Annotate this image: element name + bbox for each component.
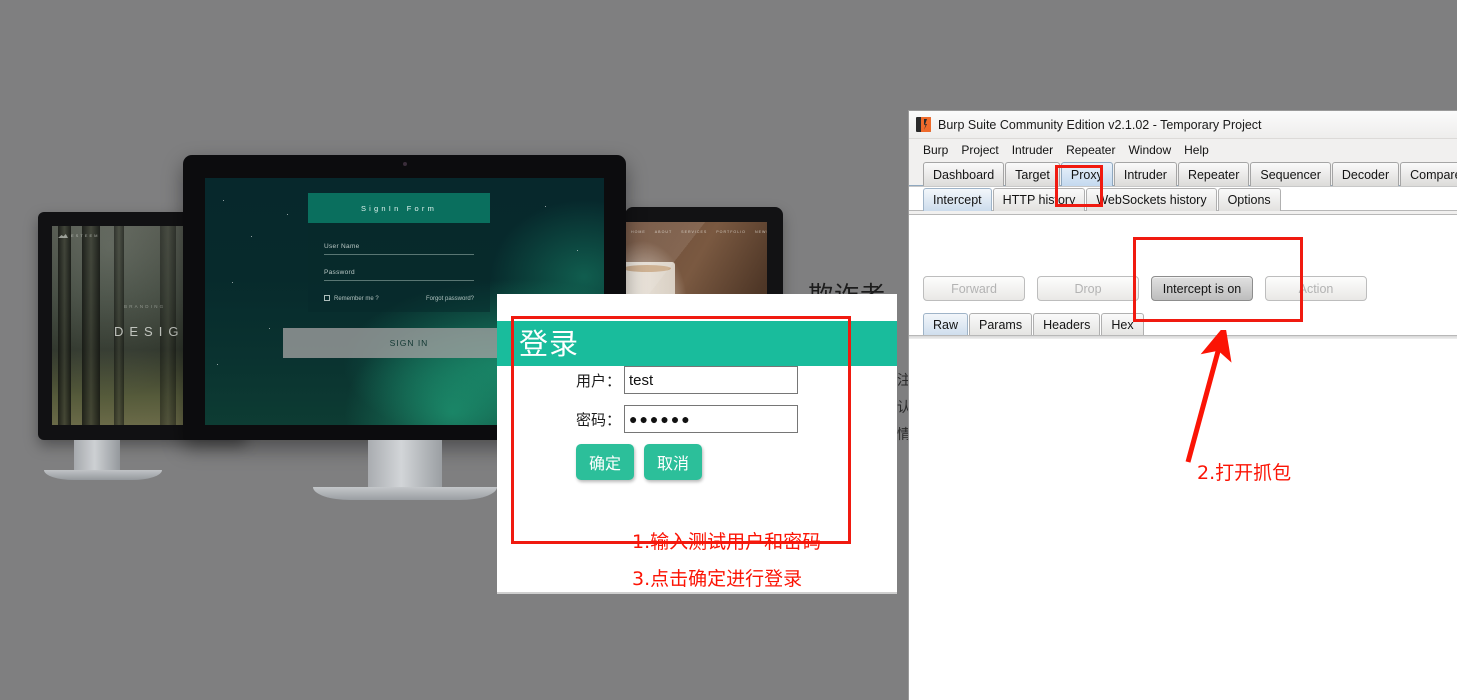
webpage-bottom-divider (497, 592, 897, 594)
checkbox-icon (324, 295, 330, 301)
remember-me-option: Remember me ? (324, 295, 379, 302)
forgot-password-link: Forgot password? (425, 295, 474, 302)
webcam-dot (402, 162, 407, 166)
signin-password-field: Password (324, 269, 474, 281)
annotation-step-1: 1.输入测试用户和密码 (632, 531, 822, 553)
menu-item-project[interactable]: Project (961, 143, 998, 157)
center-monitor-base (312, 487, 497, 500)
burp-menu-bar: Burp Project Intruder Repeater Window He… (909, 139, 1457, 161)
drop-button[interactable]: Drop (1037, 276, 1139, 301)
tab-dashboard[interactable]: Dashboard (923, 162, 1005, 186)
tab-comparer[interactable]: Comparer (1400, 162, 1457, 186)
tab-decoder[interactable]: Decoder (1331, 162, 1400, 186)
tab-intruder[interactable]: Intruder (1113, 162, 1177, 186)
burp-main-tab-bar: Dashboard Target Proxy Intruder Repeater… (909, 161, 1457, 186)
forward-button[interactable]: Forward (923, 276, 1025, 301)
annotation-step-3: 3.点击确定进行登录 (632, 568, 803, 590)
proxy-tab-highlight-box (1055, 165, 1103, 207)
annotation-arrow-icon (1185, 330, 1232, 463)
left-tablet-kicker: BRANDING (124, 304, 166, 309)
left-tablet-brand-logo: ESTEEM (58, 233, 99, 238)
viewtab-headers[interactable]: Headers (1033, 313, 1101, 336)
burp-title-bar: Burp Suite Community Edition v2.1.02 - T… (909, 111, 1457, 139)
screenshot-canvas: ESTEEM BRANDING DESIGN HOME ABOUT SERVIC… (0, 0, 1457, 700)
tab-target[interactable]: Target (1005, 162, 1060, 186)
burp-proxy-sub-tab-bar: Intercept HTTP history WebSockets histor… (909, 186, 1457, 211)
signin-form-title: SignIn Form (308, 193, 490, 223)
burp-logo-icon (916, 117, 931, 132)
signin-form-card: SignIn Form User Name Password Remember … (308, 193, 490, 312)
login-dialog-highlight-box (511, 316, 851, 544)
tab-sequencer[interactable]: Sequencer (1250, 162, 1331, 186)
tab-repeater[interactable]: Repeater (1177, 162, 1250, 186)
signin-options-row: Remember me ? Forgot password? (324, 295, 474, 302)
viewtab-raw[interactable]: Raw (923, 313, 969, 336)
annotation-step-2: 2.打开抓包 (1197, 462, 1292, 484)
signin-username-field: User Name (324, 243, 474, 255)
menu-item-intruder[interactable]: Intruder (1012, 143, 1053, 157)
menu-item-repeater[interactable]: Repeater (1066, 143, 1115, 157)
burp-window-title: Burp Suite Community Edition v2.1.02 - T… (938, 117, 1262, 132)
menu-item-burp[interactable]: Burp (923, 143, 948, 157)
viewtab-params[interactable]: Params (969, 313, 1033, 336)
center-monitor-stand (367, 440, 442, 492)
subtab-options[interactable]: Options (1217, 188, 1281, 211)
signin-form-body: User Name Password Remember me ? Forgot … (308, 223, 490, 312)
left-tablet-base (44, 470, 162, 480)
subtab-intercept[interactable]: Intercept (923, 188, 992, 211)
menu-item-help[interactable]: Help (1184, 143, 1209, 157)
subtab-websockets-history[interactable]: WebSockets history (1086, 188, 1217, 211)
left-tablet-stand (74, 440, 120, 474)
burp-message-view-tabs: Raw Params Headers Hex (923, 313, 1144, 336)
menu-item-window[interactable]: Window (1128, 143, 1171, 157)
intercept-button-highlight-box (1133, 237, 1303, 322)
